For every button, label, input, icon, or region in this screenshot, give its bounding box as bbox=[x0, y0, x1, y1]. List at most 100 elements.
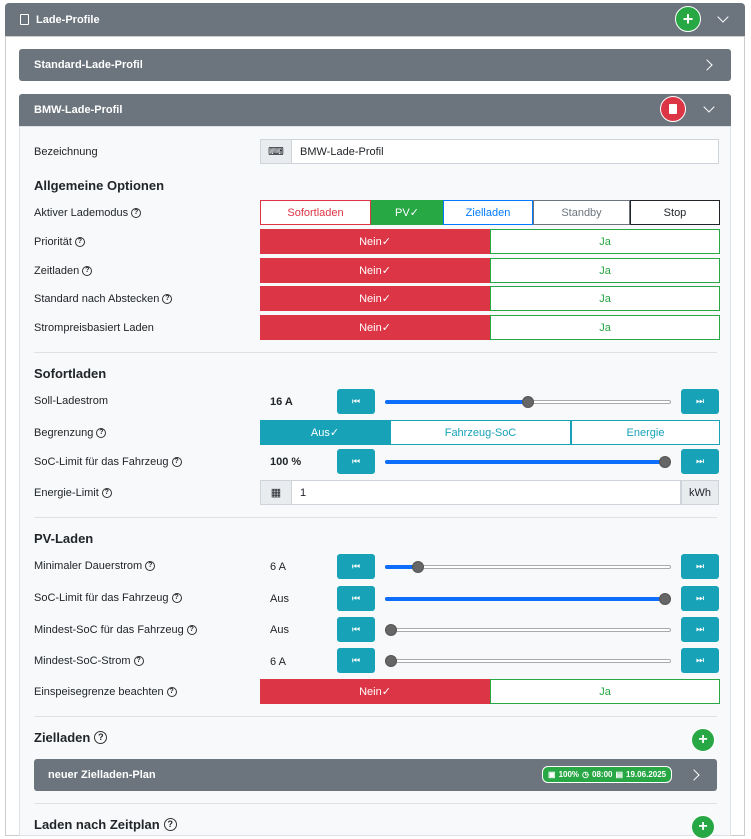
help-icon: ? bbox=[101, 488, 112, 498]
help-icon: ? bbox=[94, 731, 108, 744]
step-forward-icon: ⏭ bbox=[695, 624, 705, 634]
separator bbox=[34, 352, 717, 353]
slider-thumb[interactable] bbox=[659, 456, 671, 468]
energie-label: Energie-Limit? bbox=[34, 485, 112, 501]
standard-toggle: Nein✓ Ja bbox=[260, 286, 720, 311]
soc-limit-value: 100 % bbox=[270, 456, 302, 468]
pv-soc-increase-button[interactable]: ⏭ bbox=[681, 586, 719, 611]
step-forward-icon: ⏭ bbox=[695, 561, 705, 571]
begrenzung-energie[interactable]: Energie bbox=[571, 420, 720, 445]
min-soc-increase-button[interactable]: ⏭ bbox=[681, 617, 719, 642]
lade-profile-header[interactable]: Lade-Profile bbox=[5, 3, 745, 36]
strompreis-yes[interactable]: Ja bbox=[490, 315, 720, 340]
slider-thumb[interactable] bbox=[385, 655, 397, 667]
min-soc-strom-slider[interactable] bbox=[385, 659, 671, 663]
min-soc-strom-value: 6 A bbox=[270, 656, 286, 668]
min-strom-increase-button[interactable]: ⏭ bbox=[681, 554, 719, 579]
mode-zielladen[interactable]: Zielladen bbox=[443, 200, 533, 225]
mode-sofortladen[interactable]: Sofortladen bbox=[260, 200, 371, 225]
soc-limit-label: SoC-Limit für das Fahrzeug? bbox=[34, 454, 182, 470]
help-icon: ? bbox=[133, 656, 144, 666]
ziel-heading: Zielladen? bbox=[34, 730, 108, 745]
priority-no[interactable]: Nein✓ bbox=[260, 229, 490, 254]
zeitladen-label: Zeitladen? bbox=[34, 263, 93, 279]
help-icon: ? bbox=[186, 625, 197, 635]
name-input[interactable]: BMW-Lade-Profil bbox=[291, 139, 719, 164]
zeitplan-heading: Laden nach Zeitplan? bbox=[34, 817, 177, 832]
begrenzung-toggle: Aus✓ Fahrzeug-SoC Energie bbox=[260, 420, 720, 445]
profile-bmw-title: BMW-Lade-Profil bbox=[34, 104, 123, 116]
energie-unit: kWh bbox=[681, 480, 719, 505]
delete-profile-button[interactable] bbox=[660, 96, 686, 122]
mode-toggle: Sofortladen PV✓ Zielladen Standby Stop bbox=[260, 200, 720, 225]
min-soc-value: Aus bbox=[270, 624, 289, 636]
add-zeitplan-button[interactable]: + bbox=[691, 815, 715, 839]
slider-fill bbox=[385, 597, 665, 601]
mode-label: Aktiver Lademodus? bbox=[34, 205, 142, 221]
step-backward-icon: ⏮ bbox=[351, 456, 361, 466]
step-forward-icon: ⏭ bbox=[695, 396, 705, 406]
slider-fill bbox=[385, 460, 665, 464]
calendar-icon: ▤ bbox=[615, 770, 624, 779]
zeitladen-yes[interactable]: Ja bbox=[490, 258, 720, 283]
min-soc-strom-decrease-button[interactable]: ⏮ bbox=[337, 648, 375, 673]
min-soc-slider[interactable] bbox=[385, 628, 671, 632]
slider-thumb[interactable] bbox=[522, 396, 534, 408]
help-icon: ? bbox=[162, 294, 173, 304]
zeitladen-toggle: Nein✓ Ja bbox=[260, 258, 720, 283]
min-soc-decrease-button[interactable]: ⏮ bbox=[337, 617, 375, 642]
einspeise-no[interactable]: Nein✓ bbox=[260, 679, 490, 704]
min-strom-decrease-button[interactable]: ⏮ bbox=[337, 554, 375, 579]
car-icon: ▣ bbox=[548, 770, 556, 779]
step-backward-icon: ⏮ bbox=[351, 655, 361, 665]
separator bbox=[34, 803, 717, 804]
help-icon: ? bbox=[166, 687, 177, 697]
slider-thumb[interactable] bbox=[385, 624, 397, 636]
slider-thumb[interactable] bbox=[659, 593, 671, 605]
step-forward-icon: ⏭ bbox=[695, 456, 705, 466]
soll-increase-button[interactable]: ⏭ bbox=[681, 389, 719, 414]
file-icon bbox=[20, 14, 29, 25]
priority-yes[interactable]: Ja bbox=[490, 229, 720, 254]
standard-yes[interactable]: Ja bbox=[490, 286, 720, 311]
strompreis-toggle: Nein✓ Ja bbox=[260, 315, 720, 340]
header-title: Lade-Profile bbox=[36, 13, 100, 26]
energie-input[interactable]: 1 bbox=[291, 480, 681, 505]
step-forward-icon: ⏭ bbox=[695, 655, 705, 665]
name-label: Bezeichnung bbox=[34, 146, 98, 158]
soll-decrease-button[interactable]: ⏮ bbox=[337, 389, 375, 414]
add-profile-button[interactable]: + bbox=[675, 6, 701, 32]
profile-bmw-bar[interactable]: BMW-Lade-Profil bbox=[19, 94, 731, 126]
standard-label: Standard nach Abstecken? bbox=[34, 291, 173, 307]
help-icon: ? bbox=[171, 593, 182, 603]
pv-soc-label: SoC-Limit für das Fahrzeug? bbox=[34, 590, 182, 606]
priority-label: Priorität? bbox=[34, 234, 85, 250]
begrenzung-aus[interactable]: Aus✓ bbox=[260, 420, 390, 445]
add-plan-button[interactable]: + bbox=[691, 728, 715, 752]
begrenzung-fahrzeug-soc[interactable]: Fahrzeug-SoC bbox=[390, 420, 571, 445]
min-soc-strom-increase-button[interactable]: ⏭ bbox=[681, 648, 719, 673]
soc-limit-decrease-button[interactable]: ⏮ bbox=[337, 449, 375, 474]
keyboard-icon: ⌨ bbox=[260, 139, 292, 164]
help-icon: ? bbox=[74, 237, 85, 247]
soll-label: Soll-Ladestrom bbox=[34, 395, 108, 407]
help-icon: ? bbox=[163, 818, 177, 831]
mode-standby[interactable]: Standby bbox=[533, 200, 630, 225]
einspeise-yes[interactable]: Ja bbox=[490, 679, 720, 704]
profile-standard-bar[interactable]: Standard-Lade-Profil bbox=[19, 49, 731, 81]
strompreis-no[interactable]: Nein✓ bbox=[260, 315, 490, 340]
mode-pv[interactable]: PV✓ bbox=[371, 200, 443, 225]
plan-badge: ▣ 100% ◷ 08:00 ▤ 19.06.2025 bbox=[542, 766, 673, 783]
standard-no[interactable]: Nein✓ bbox=[260, 286, 490, 311]
pv-soc-value: Aus bbox=[270, 593, 289, 605]
min-strom-slider[interactable] bbox=[385, 565, 671, 569]
soc-limit-increase-button[interactable]: ⏭ bbox=[681, 449, 719, 474]
mode-stop[interactable]: Stop bbox=[630, 200, 720, 225]
pv-heading: PV-Laden bbox=[34, 531, 94, 546]
general-heading: Allgemeine Optionen bbox=[34, 178, 165, 193]
zeitladen-no[interactable]: Nein✓ bbox=[260, 258, 490, 283]
pv-soc-decrease-button[interactable]: ⏮ bbox=[337, 586, 375, 611]
min-strom-label: Minimaler Dauerstrom? bbox=[34, 558, 156, 574]
step-forward-icon: ⏭ bbox=[695, 593, 705, 603]
einspeise-toggle: Nein✓ Ja bbox=[260, 679, 720, 704]
